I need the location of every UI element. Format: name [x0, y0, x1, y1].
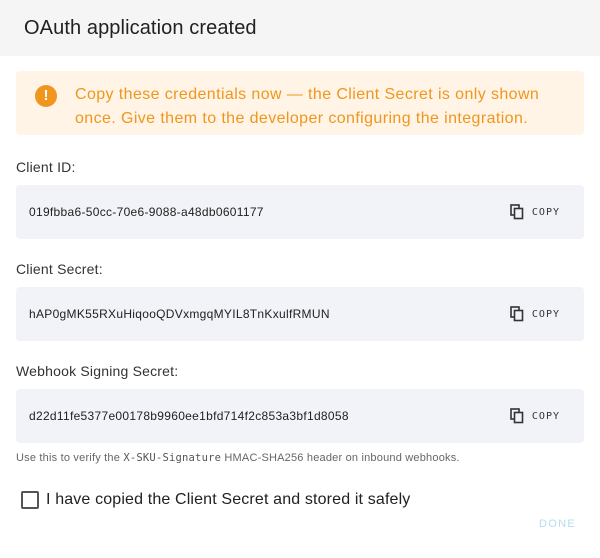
- dialog-header: OAuth application created: [0, 0, 600, 56]
- copy-icon: [510, 408, 524, 424]
- client-secret-label: Client Secret:: [16, 261, 103, 277]
- copy-label: COPY: [531, 206, 560, 218]
- webhook-secret-field: d22d11fe5377e00178b9960ee1bfd714f2c853a3…: [16, 389, 584, 443]
- webhook-secret-value: d22d11fe5377e00178b9960ee1bfd714f2c853a3…: [29, 409, 349, 423]
- client-id-label: Client ID:: [16, 159, 76, 175]
- copy-webhook-secret-button[interactable]: COPY: [510, 408, 560, 424]
- oauth-created-dialog: OAuth application created ! Copy these c…: [0, 0, 600, 558]
- dialog-title: OAuth application created: [24, 16, 257, 39]
- client-secret-value: hAP0gMK55RXuHiqooQDVxmgqMYIL8TnKxulfRMUN: [29, 307, 330, 321]
- confirm-copied-row[interactable]: I have copied the Client Secret and stor…: [21, 491, 584, 509]
- copy-icon: [510, 306, 524, 322]
- dialog-content: ! Copy these credentials now — the Clien…: [0, 56, 600, 509]
- confirm-copied-label: I have copied the Client Secret and stor…: [46, 491, 411, 508]
- copy-client-secret-button[interactable]: COPY: [510, 306, 560, 322]
- copy-label: COPY: [531, 308, 560, 320]
- done-button[interactable]: DONE: [539, 518, 576, 530]
- webhook-hint: Use this to verify the X-SKU-Signature H…: [16, 452, 584, 464]
- hint-suffix: HMAC-SHA256 header on inbound webhooks.: [221, 452, 460, 464]
- client-id-value: 019fbba6-50cc-70e6-9088-a48db0601177: [29, 205, 264, 219]
- client-id-field: 019fbba6-50cc-70e6-9088-a48db0601177 COP…: [16, 185, 584, 239]
- copy-client-id-button[interactable]: COPY: [510, 204, 560, 220]
- copy-icon: [510, 204, 524, 220]
- webhook-secret-label: Webhook Signing Secret:: [16, 363, 179, 379]
- hint-prefix: Use this to verify the: [16, 452, 124, 464]
- warning-alert: ! Copy these credentials now — the Clien…: [16, 71, 584, 135]
- warning-circle-icon: !: [35, 85, 57, 107]
- copy-label: COPY: [531, 410, 560, 422]
- confirm-copied-checkbox[interactable]: [21, 491, 39, 509]
- client-secret-field: hAP0gMK55RXuHiqooQDVxmgqMYIL8TnKxulfRMUN…: [16, 287, 584, 341]
- alert-message: Copy these credentials now — the Client …: [75, 86, 540, 127]
- hint-header-name: X-SKU-Signature: [123, 452, 222, 464]
